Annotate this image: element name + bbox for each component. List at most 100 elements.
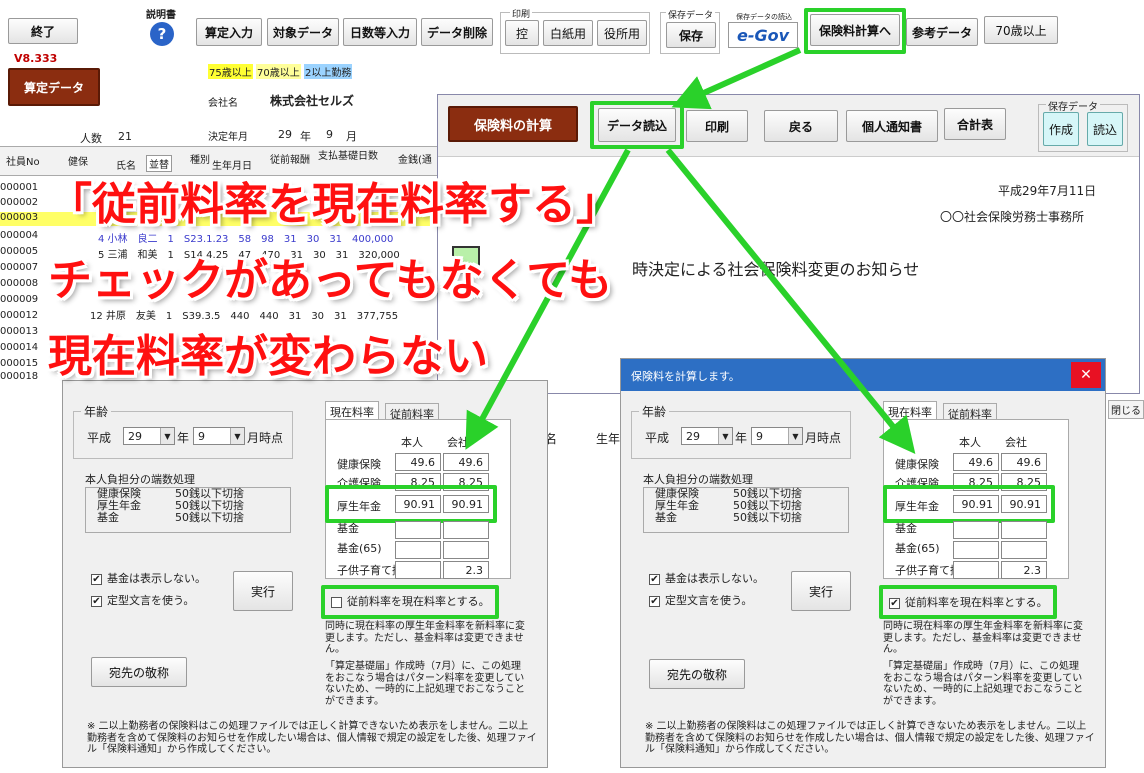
highlight-read-data (590, 101, 684, 149)
rate-label: 基金(65) (895, 542, 940, 555)
fixed-text-checkbox[interactable]: ✔ (649, 596, 660, 607)
rate-self-value[interactable] (395, 521, 441, 539)
sheet-row[interactable]: 000009 (0, 294, 38, 305)
create-button[interactable]: 作成 (1043, 112, 1079, 146)
target-data-button[interactable]: 対象データ (267, 18, 339, 46)
egov-button[interactable]: e-Gov (728, 22, 798, 48)
addressee-button[interactable]: 宛先の敬称 (91, 657, 187, 687)
sheet-row[interactable]: 000015 (0, 358, 38, 369)
year-select[interactable]: 29 ▼ (123, 427, 175, 445)
rate-company-value[interactable]: 2.3 (1001, 561, 1047, 579)
print-blank-button[interactable]: 白紙用 (543, 20, 593, 46)
rate-self-value[interactable]: 49.6 (953, 453, 999, 471)
year-unit: 年 (177, 431, 190, 445)
rate-company-value[interactable] (1001, 541, 1047, 559)
ref-data-button[interactable]: 参考データ (906, 18, 978, 46)
rate-company-value[interactable] (443, 541, 489, 559)
sheet-row[interactable]: 000004 (0, 230, 38, 241)
month-suffix: 月時点 (247, 431, 284, 445)
year-unit: 年 (735, 431, 748, 445)
footnote: ※ 二以上勤務者の保険料はこの処理ファイルでは正しく計算できないため表示をしませ… (87, 721, 537, 755)
calc-print-button[interactable]: 印刷 (686, 110, 748, 142)
sheet-row[interactable]: 000012 (0, 310, 38, 321)
rate-company-value[interactable]: 49.6 (443, 453, 489, 471)
rounding-title: 本人負担分の端数処理 (85, 473, 195, 486)
decision-label: 決定年月 (208, 132, 248, 143)
load-button[interactable]: 読込 (1087, 112, 1123, 146)
rate-company-value[interactable] (1001, 521, 1047, 539)
sheet-header-id: 社員No (6, 157, 40, 168)
rate-self-value[interactable] (395, 561, 441, 579)
chevron-down-icon[interactable]: ▼ (230, 428, 244, 444)
over70-button[interactable]: 70歳以上 (984, 16, 1058, 44)
sheet-row[interactable]: 000008 (0, 278, 38, 289)
note-2: 「算定基礎届」作成時（7月）に、この処理をおこなう場合はパターン料率を変更してい… (325, 661, 525, 707)
personal-notice-button[interactable]: 個人通知書 (846, 110, 938, 142)
sheet-row[interactable]: 000005 (0, 246, 38, 257)
sheet-row[interactable]: 000007 (0, 262, 38, 273)
rate-self-value[interactable] (395, 541, 441, 559)
days-input-button[interactable]: 日数等入力 (343, 18, 417, 46)
sheet-row[interactable]: 000001 (0, 182, 38, 193)
total-table-button[interactable]: 合計表 (944, 108, 1006, 140)
rounding-item: 基金 (655, 511, 677, 524)
calc-dialog-right: 保険料を計算します。 ✕ 年齢 平成 29 ▼ 年 9 ▼ 月時点 本人負担分の端数… (620, 358, 1106, 768)
sheet-row[interactable]: 000002 (0, 197, 38, 208)
calc-data-button[interactable]: 算定データ (8, 68, 100, 106)
rate-self-value[interactable]: 49.6 (395, 453, 441, 471)
rate-company-value[interactable]: 49.6 (1001, 453, 1047, 471)
exec-button[interactable]: 実行 (233, 571, 293, 611)
note-1: 同時に現在料率の厚生年金料率を新料率に変更します。ただし、基金料率は変更できませ… (883, 621, 1083, 655)
month-select[interactable]: 9 ▼ (193, 427, 245, 445)
delete-data-button[interactable]: データ削除 (421, 18, 493, 46)
hide-fund-label: 基金は表示しない。 (665, 572, 764, 585)
rate-self-value[interactable] (953, 541, 999, 559)
sheet-row[interactable]: 000003 (0, 212, 38, 223)
rounding-item: 基金 (97, 511, 119, 524)
rate-company-value[interactable] (443, 521, 489, 539)
col-self: 本人 (401, 436, 423, 449)
calc-title-button[interactable]: 保険料の計算 (448, 106, 578, 142)
company-name: 株式会社セルズ (270, 94, 355, 108)
close-icon[interactable]: ✕ (1071, 362, 1101, 388)
exit-button[interactable]: 終了 (8, 18, 78, 44)
close-side-button[interactable]: 閉じる (1108, 400, 1144, 419)
rate-company-value[interactable]: 2.3 (443, 561, 489, 579)
legend-75: 75歳以上 (208, 64, 253, 79)
calc-dialog-left: 年齢 平成 29 ▼ 年 9 ▼ 月時点 本人負担分の端数処理 健康保険 50銭以下… (62, 380, 548, 768)
rate-label: 基金(65) (337, 542, 382, 555)
month-value: 9 (756, 429, 763, 443)
back-button[interactable]: 戻る (764, 110, 838, 142)
month-value: 9 (198, 429, 205, 443)
help-icon[interactable]: ? (150, 22, 174, 46)
rate-self-value[interactable] (953, 561, 999, 579)
chevron-down-icon[interactable]: ▼ (160, 428, 174, 444)
col-company: 会社 (447, 436, 469, 449)
addressee-button[interactable]: 宛先の敬称 (649, 659, 745, 689)
hide-fund-checkbox[interactable]: ✔ (91, 574, 102, 585)
rate-self-value[interactable] (953, 521, 999, 539)
hide-fund-checkbox[interactable]: ✔ (649, 574, 660, 585)
month-select[interactable]: 9 ▼ (751, 427, 803, 445)
sheet-row[interactable]: 000018 (0, 371, 38, 382)
save-button[interactable]: 保存 (666, 22, 716, 48)
notice-date: 平成29年7月11日 (998, 184, 1097, 198)
age-group-label: 年齢 (81, 403, 112, 420)
sheet-header-prev: 従前報酬 (270, 155, 310, 166)
fixed-text-label: 定型文言を使う。 (107, 594, 195, 607)
sheet-header-kenpo: 健保 (68, 157, 88, 168)
print-office-button[interactable]: 役所用 (597, 20, 647, 46)
rate-label: 健康保険 (895, 458, 939, 471)
sheet-row[interactable]: 000013 (0, 326, 38, 337)
fixed-text-checkbox[interactable]: ✔ (91, 596, 102, 607)
chevron-down-icon[interactable]: ▼ (788, 428, 802, 444)
print-copy-button[interactable]: 控 (505, 20, 539, 46)
highlight-pension-rate (883, 485, 1055, 523)
chevron-down-icon[interactable]: ▼ (718, 428, 732, 444)
sheet-row[interactable]: 000014 (0, 342, 38, 353)
exec-button[interactable]: 実行 (791, 571, 851, 611)
year-select[interactable]: 29 ▼ (681, 427, 733, 445)
decision-month-unit: 月 (346, 130, 357, 143)
santei-input-button[interactable]: 算定入力 (196, 18, 262, 46)
version-label: V8.333 (14, 52, 58, 65)
